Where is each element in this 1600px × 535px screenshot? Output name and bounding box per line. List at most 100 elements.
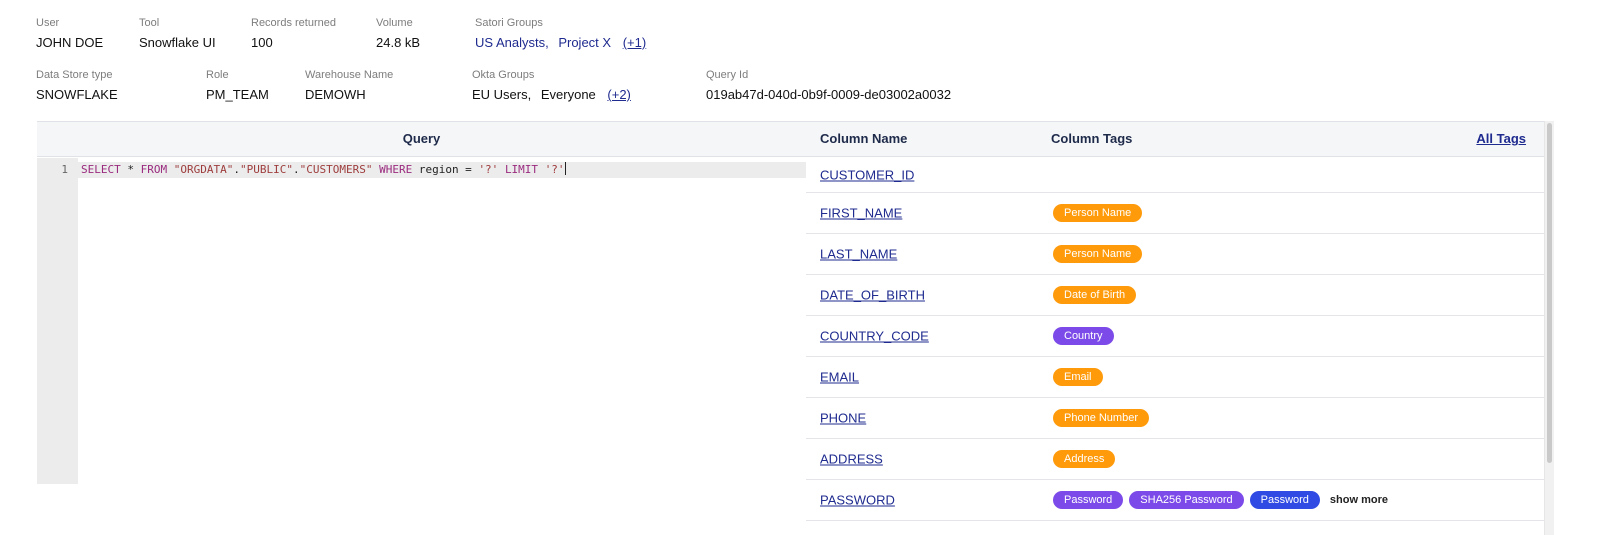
meta-label: User <box>36 17 60 29</box>
code-token: "CUSTOMERS" <box>299 163 373 176</box>
table-header: Column Name Column Tags All Tags <box>806 121 1554 157</box>
column-tags: Date of Birth <box>1053 286 1137 304</box>
code-token: region = <box>412 163 479 176</box>
meta-value: PM_TEAM <box>206 87 269 102</box>
code-token: SELECT <box>81 163 121 176</box>
column-name-link[interactable]: PHONE <box>820 411 866 426</box>
tag-badge[interactable]: Password <box>1249 491 1320 509</box>
tag-badge[interactable]: Date of Birth <box>1053 286 1137 304</box>
meta-value: JOHN DOE <box>36 35 104 50</box>
column-tags: Address <box>1053 450 1116 468</box>
tag-badge[interactable]: Address <box>1053 450 1116 468</box>
column-name-link[interactable]: ADDRESS <box>820 452 883 467</box>
meta-value: SNOWFLAKE <box>36 87 118 102</box>
meta-label: Query Id <box>706 69 749 81</box>
meta-value: DEMOWH <box>305 87 366 102</box>
column-tags-header: Column Tags <box>1051 131 1133 146</box>
columns-table: Column Name Column Tags All Tags CUSTOME… <box>806 121 1554 535</box>
meta-label: Role <box>206 69 229 81</box>
meta-user: User JOHN DOE <box>36 16 103 52</box>
meta-label: Satori Groups <box>475 17 543 29</box>
query-panel-title: Query <box>37 121 806 157</box>
code-token: "ORGDATA" <box>173 163 234 176</box>
table-row: COUNTRY_CODE Country <box>806 316 1554 357</box>
meta-volume: Volume 24.8 kB <box>376 16 420 52</box>
okta-group-name: Everyone <box>540 87 596 102</box>
meta-value: 100 <box>251 35 273 50</box>
tag-badge[interactable]: Phone Number <box>1053 409 1149 427</box>
code-token: LIMIT <box>504 163 539 176</box>
code-token: WHERE <box>379 163 413 176</box>
column-name-link[interactable]: EMAIL <box>820 370 859 385</box>
all-tags-link[interactable]: All Tags <box>1476 122 1526 156</box>
column-name-link[interactable]: PASSWORD <box>820 493 895 508</box>
table-row: PASSWORD Password SHA256 Password Password s… <box>806 480 1554 521</box>
meta-tool: Tool Snowflake UI <box>139 16 216 52</box>
okta-group-name: EU Users, <box>472 87 532 102</box>
meta-value: US Analysts, Project X (+1) <box>475 34 646 52</box>
column-name-link[interactable]: DATE_OF_BIRTH <box>820 288 925 303</box>
code-token: "PUBLIC" <box>239 163 293 176</box>
meta-value: Snowflake UI <box>139 35 216 50</box>
meta-role: Role PM_TEAM <box>206 68 269 104</box>
table-scrollbar[interactable] <box>1544 121 1554 535</box>
meta-value: 019ab47d-040d-0b9f-0009-de03002a0032 <box>706 87 952 102</box>
table-row: CUSTOMER_ID <box>806 157 1554 193</box>
code-line[interactable]: SELECT * FROM "ORGDATA"."PUBLIC"."CUSTOM… <box>78 162 806 178</box>
meta-label: Data Store type <box>36 69 113 81</box>
code-token: * <box>120 163 141 176</box>
meta-warehouse: Warehouse Name DEMOWH <box>305 68 393 104</box>
code-token: . <box>292 163 300 176</box>
meta-records: Records returned 100 <box>251 16 336 52</box>
column-tags: Person Name <box>1053 245 1143 263</box>
column-tags: Phone Number <box>1053 409 1149 427</box>
table-row: DATE_OF_BIRTH Date of Birth <box>806 275 1554 316</box>
meta-label: Okta Groups <box>472 69 535 81</box>
satori-group-link[interactable]: US Analysts, <box>475 35 549 50</box>
column-name-link[interactable]: CUSTOMER_ID <box>820 167 914 182</box>
column-name-link[interactable]: FIRST_NAME <box>820 206 902 221</box>
table-row: EMAIL Email <box>806 357 1554 398</box>
code-token: '?' <box>544 163 565 176</box>
tag-badge[interactable]: Email <box>1053 368 1103 386</box>
meta-label: Volume <box>376 17 413 29</box>
satori-groups-more-link[interactable]: (+1) <box>623 35 646 50</box>
column-tags: Email <box>1053 368 1103 386</box>
meta-satori-groups: Satori Groups US Analysts, Project X (+1… <box>475 16 646 52</box>
satori-group-link[interactable]: Project X <box>558 35 611 50</box>
tag-badge[interactable]: Country <box>1053 327 1114 345</box>
query-editor[interactable]: 1 SELECT * FROM "ORGDATA"."PUBLIC"."CUST… <box>37 158 806 484</box>
column-tags: Person Name <box>1053 204 1143 222</box>
tag-badge[interactable]: Person Name <box>1053 245 1143 263</box>
code-token: '?' <box>478 163 499 176</box>
scrollbar-thumb[interactable] <box>1547 123 1552 463</box>
column-name-link[interactable]: COUNTRY_CODE <box>820 329 929 344</box>
meta-okta-groups: Okta Groups EU Users, Everyone (+2) <box>472 68 631 104</box>
table-row: LAST_NAME Person Name <box>806 234 1554 275</box>
code-token: . <box>233 163 240 176</box>
tag-badge[interactable]: Password <box>1053 491 1124 509</box>
code-token: FROM <box>140 163 168 176</box>
show-more-link[interactable]: show more <box>1330 494 1388 506</box>
tag-badge[interactable]: Person Name <box>1053 204 1143 222</box>
meta-datastore: Data Store type SNOWFLAKE <box>36 68 118 104</box>
meta-value: EU Users, Everyone (+2) <box>472 86 631 104</box>
tag-badge[interactable]: SHA256 Password <box>1129 491 1244 509</box>
meta-label: Tool <box>139 17 160 29</box>
column-name-link[interactable]: LAST_NAME <box>820 247 897 262</box>
query-panel: Query 1 SELECT * FROM "ORGDATA"."PUBLIC"… <box>37 121 806 484</box>
line-number: 1 <box>61 163 68 176</box>
meta-query-id: Query Id 019ab47d-040d-0b9f-0009-de03002… <box>706 68 951 104</box>
column-name-header: Column Name <box>820 131 908 146</box>
meta-value: 24.8 kB <box>376 35 421 50</box>
column-tags: Password SHA256 Password Password show more <box>1053 491 1388 509</box>
okta-groups-more-link[interactable]: (+2) <box>607 87 630 102</box>
editor-gutter <box>37 158 78 484</box>
table-row: PHONE Phone Number <box>806 398 1554 439</box>
column-tags: Country <box>1053 327 1114 345</box>
table-body: CUSTOMER_ID FIRST_NAME Person Name LAST_NAM… <box>806 157 1554 521</box>
table-row: FIRST_NAME Person Name <box>806 193 1554 234</box>
